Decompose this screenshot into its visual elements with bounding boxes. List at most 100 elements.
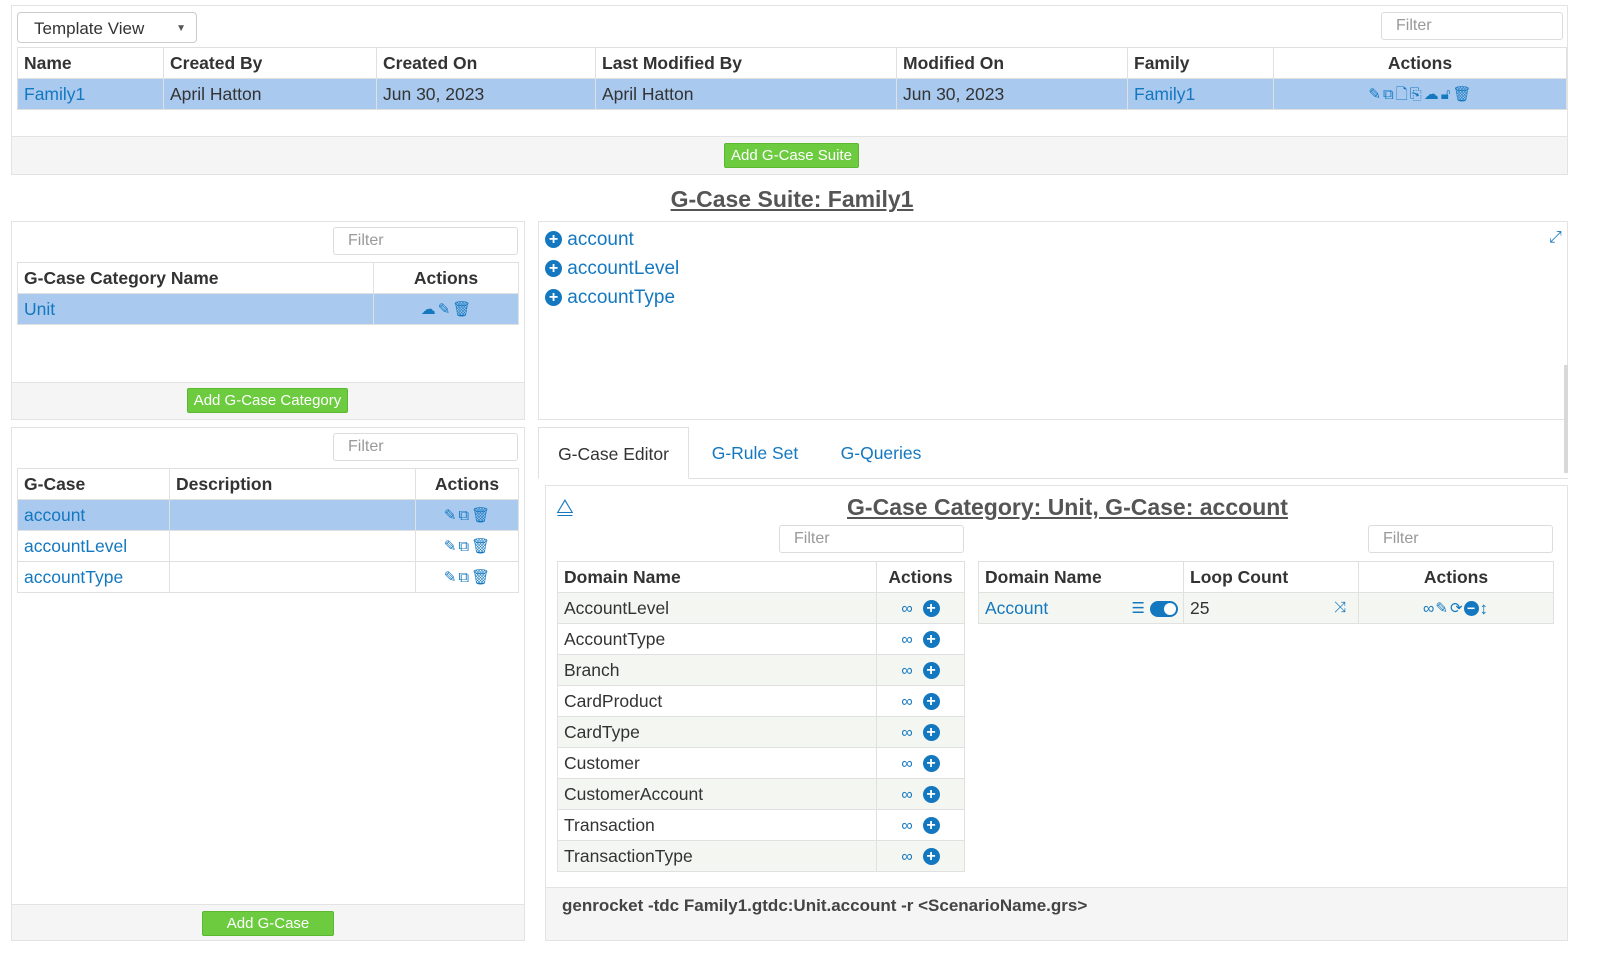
domain-filter-input[interactable]: Filter: [779, 525, 964, 553]
tree-item-label[interactable]: accountLevel: [567, 258, 679, 279]
copy-icon[interactable]: ⧉: [458, 570, 469, 585]
trash-icon[interactable]: 🗑︎: [452, 302, 471, 317]
cloud-upload-icon[interactable]: ☁: [1424, 87, 1439, 102]
trash-icon[interactable]: 🗑︎: [471, 539, 490, 554]
expand-plus-icon[interactable]: +: [545, 289, 562, 307]
col-last-modified-by[interactable]: Last Modified By: [595, 47, 897, 79]
col-modified-on[interactable]: Modified On: [896, 47, 1128, 79]
gcase-name-link[interactable]: accountLevel: [17, 530, 170, 562]
col-created-on[interactable]: Created On: [376, 47, 596, 79]
toggle-switch[interactable]: [1150, 601, 1178, 617]
tree-item[interactable]: + accountType: [545, 287, 675, 309]
selected-domain-link[interactable]: Account: [985, 598, 1048, 618]
remove-icon[interactable]: −: [1463, 601, 1479, 617]
col-domain-name[interactable]: Domain Name: [557, 561, 877, 593]
suite-filter-input[interactable]: Filter: [1381, 12, 1563, 40]
document-icon[interactable]: 🗋: [1396, 87, 1408, 102]
link-icon[interactable]: ∞: [901, 786, 912, 803]
table-row[interactable]: Account ☰ 25 ⤨ ∞✎ ⟳ − ↕: [978, 592, 1554, 624]
edit-icon[interactable]: ✎: [1435, 601, 1448, 616]
col-loop-count[interactable]: Loop Count: [1183, 561, 1359, 593]
gcase-table: G-Case Description Actions account ✎ ⧉ 🗑︎ …: [17, 468, 519, 593]
expand-plus-icon[interactable]: +: [545, 231, 562, 249]
tab-gqueries[interactable]: G-Queries: [820, 427, 942, 479]
tree-item[interactable]: + account: [545, 229, 634, 251]
user-document-icon[interactable]: ⎘: [1410, 87, 1422, 102]
add-domain-icon[interactable]: +: [922, 724, 940, 742]
add-domain-icon[interactable]: +: [922, 755, 940, 773]
add-gcase-suite-button[interactable]: Add G-Case Suite: [724, 143, 859, 168]
cloud-upload-icon[interactable]: ☁: [421, 302, 436, 317]
tree-item[interactable]: + accountLevel: [545, 258, 679, 280]
tab-gcase-editor[interactable]: G-Case Editor: [538, 427, 689, 479]
link-icon[interactable]: ∞: [901, 848, 912, 865]
link-icon[interactable]: ∞: [1423, 600, 1434, 617]
repeat-icon[interactable]: ⟳: [1450, 601, 1463, 616]
link-icon[interactable]: ∞: [901, 600, 912, 617]
link-icon[interactable]: ∞: [901, 662, 912, 679]
table-row[interactable]: accountType ✎ ⧉ 🗑︎: [17, 561, 519, 593]
add-domain-icon[interactable]: +: [922, 631, 940, 649]
add-gcase-category-button[interactable]: Add G-Case Category: [187, 388, 348, 413]
family-link[interactable]: Family1: [1127, 78, 1274, 110]
copy-icon[interactable]: ⧉: [1383, 87, 1394, 102]
suite-name-link[interactable]: Family1: [17, 78, 164, 110]
side-scroll-handle[interactable]: [1564, 365, 1568, 473]
link-icon[interactable]: ∞: [901, 724, 912, 741]
edit-icon[interactable]: ✎: [444, 539, 457, 554]
tab-grule-set[interactable]: G-Rule Set: [694, 427, 816, 479]
selected-domain-filter-input[interactable]: Filter: [1368, 525, 1553, 553]
col-family[interactable]: Family: [1127, 47, 1274, 79]
copy-icon[interactable]: ⧉: [458, 508, 469, 523]
col-gcase[interactable]: G-Case: [17, 468, 170, 500]
link-icon[interactable]: ∞: [901, 817, 912, 834]
settings-sliders-icon[interactable]: ☰: [1132, 599, 1145, 617]
domain-name-cell: Customer: [557, 747, 877, 779]
add-domain-icon[interactable]: +: [922, 786, 940, 804]
add-domain-icon[interactable]: +: [922, 817, 940, 835]
shuffle-icon[interactable]: ⤨: [1334, 599, 1346, 616]
expand-plus-icon[interactable]: +: [545, 260, 562, 278]
expand-fullscreen-icon[interactable]: ⤢: [1549, 229, 1562, 247]
add-domain-icon[interactable]: +: [922, 848, 940, 866]
domain-table: Domain Name Actions AccountLevel ∞ + Acc…: [557, 561, 965, 872]
add-domain-icon[interactable]: +: [922, 600, 940, 618]
link-icon[interactable]: ∞: [901, 693, 912, 710]
category-name-link[interactable]: Unit: [17, 293, 374, 325]
vertical-resize-icon[interactable]: ↕: [1480, 600, 1489, 617]
trash-icon[interactable]: 🗑︎: [471, 570, 490, 585]
col-created-by[interactable]: Created By: [163, 47, 377, 79]
col-selected-domain-name[interactable]: Domain Name: [978, 561, 1184, 593]
col-description[interactable]: Description: [169, 468, 416, 500]
gcase-name-link[interactable]: accountType: [17, 561, 170, 593]
edit-icon[interactable]: ✎: [438, 302, 451, 317]
loop-count-value[interactable]: 25: [1190, 598, 1209, 618]
category-table: G-Case Category Name Actions Unit ☁ ✎ 🗑︎: [17, 262, 519, 325]
trash-icon[interactable]: 🗑︎: [1453, 87, 1472, 102]
category-filter-input[interactable]: Filter: [333, 227, 518, 255]
col-category-name[interactable]: G-Case Category Name: [17, 262, 374, 294]
copy-icon[interactable]: ⧉: [458, 539, 469, 554]
edit-icon[interactable]: ✎: [1368, 87, 1381, 102]
add-domain-icon[interactable]: +: [922, 662, 940, 680]
add-domain-icon[interactable]: +: [922, 693, 940, 711]
table-row[interactable]: Unit ☁ ✎ 🗑︎: [17, 293, 519, 325]
modified-on-cell: Jun 30, 2023: [896, 78, 1128, 110]
table-row[interactable]: account ✎ ⧉ 🗑︎: [17, 499, 519, 531]
edit-icon[interactable]: ✎: [444, 570, 457, 585]
hierarchy-icon[interactable]: ⧋: [556, 496, 574, 519]
tree-item-label[interactable]: accountType: [567, 287, 675, 308]
table-row[interactable]: Family1 April Hatton Jun 30, 2023 April …: [17, 78, 1567, 110]
unlock-icon[interactable]: 🔓︎: [1441, 87, 1451, 102]
edit-icon[interactable]: ✎: [444, 508, 457, 523]
link-icon[interactable]: ∞: [901, 755, 912, 772]
gcase-filter-input[interactable]: Filter: [333, 433, 518, 461]
trash-icon[interactable]: 🗑︎: [471, 508, 490, 523]
gcase-name-link[interactable]: account: [17, 499, 170, 531]
add-gcase-button[interactable]: Add G-Case: [202, 911, 334, 936]
link-icon[interactable]: ∞: [901, 631, 912, 648]
col-name[interactable]: Name: [17, 47, 164, 79]
tree-item-label[interactable]: account: [567, 229, 634, 250]
table-row[interactable]: accountLevel ✎ ⧉ 🗑︎: [17, 530, 519, 562]
view-select[interactable]: Template View ▼: [17, 12, 197, 43]
